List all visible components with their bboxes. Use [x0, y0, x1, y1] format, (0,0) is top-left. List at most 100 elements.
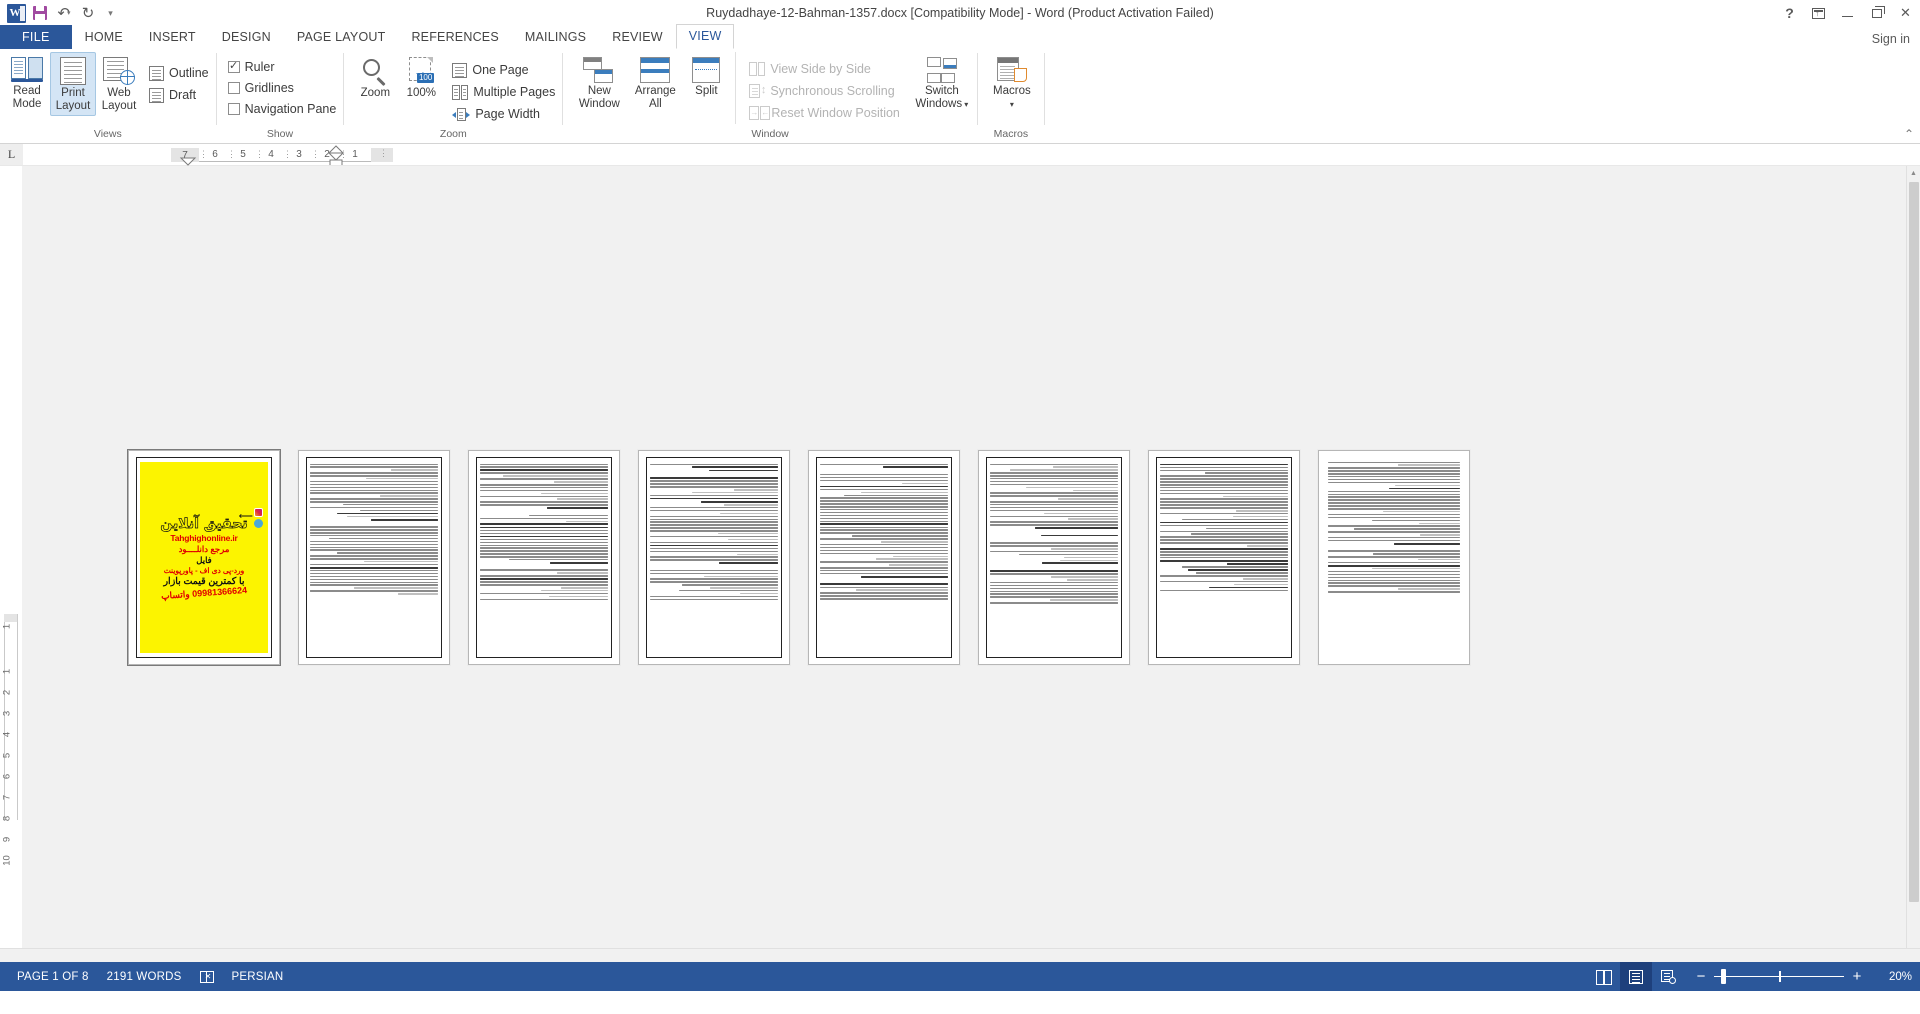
vruler-tick-1: 1 — [1, 668, 13, 675]
page-thumbnail-8[interactable] — [1318, 449, 1470, 665]
zoom-out-button[interactable]: − — [1694, 969, 1708, 984]
tab-mailings[interactable]: MAILINGS — [512, 26, 599, 49]
page-thumbnail-6[interactable] — [978, 449, 1130, 665]
print-layout-view-icon — [1629, 969, 1643, 984]
zoom-100-button[interactable]: → 100 100% — [398, 52, 444, 103]
zoom-button[interactable]: Zoom — [352, 52, 398, 103]
group-label-zoom: Zoom — [439, 128, 467, 140]
tab-references[interactable]: REFERENCES — [398, 26, 511, 49]
page-thumbnail-7[interactable] — [1148, 449, 1300, 665]
synchronous-scrolling-button[interactable]: Synchronous Scrolling — [746, 80, 903, 102]
page-thumbnail-4[interactable] — [638, 449, 790, 665]
ad-arrow-icon: ⟵ — [238, 510, 253, 522]
word-logo-icon: W — [5, 2, 27, 24]
collapse-ribbon-icon[interactable]: ⌃ — [1904, 127, 1914, 141]
vruler-tick-9: 9 — [1, 836, 13, 843]
right-indent-marker[interactable] — [327, 145, 345, 165]
instagram-icon — [254, 507, 263, 517]
navigation-pane-checkbox[interactable]: Navigation Pane — [225, 98, 340, 119]
status-bar-right: − + 20% — [1588, 962, 1912, 991]
scroll-up-arrow-icon[interactable]: ▲ — [1907, 166, 1920, 180]
read-mode-button[interactable]: Read Mode — [4, 52, 50, 114]
page-indicator[interactable]: PAGE 1 OF 8 — [8, 971, 98, 983]
one-page-button[interactable]: One Page — [449, 59, 558, 81]
vertical-scrollbar[interactable]: ▲ — [1906, 166, 1920, 948]
ad-line-formats: ورد-پی دی اف - پاورپوینت — [163, 565, 245, 575]
web-layout-button[interactable]: Web Layout — [96, 52, 142, 116]
ad-site-url: Tahghighonline.ir — [170, 532, 238, 543]
tab-file[interactable]: FILE — [0, 25, 72, 49]
vertical-scroll-thumb[interactable] — [1908, 182, 1919, 902]
tab-design[interactable]: DESIGN — [209, 26, 284, 49]
web-layout-view-button[interactable] — [1652, 962, 1684, 991]
tab-stop-selector[interactable]: L — [0, 144, 23, 165]
page-text-lines — [1160, 462, 1288, 653]
switch-windows-button[interactable]: Switch Windows ▾ — [911, 52, 973, 114]
print-layout-button[interactable]: Print Layout — [50, 52, 96, 116]
split-label: Split — [695, 85, 718, 97]
magnifier-icon — [360, 57, 390, 87]
zoom-in-button[interactable]: + — [1850, 969, 1864, 984]
page-thumbnail-2[interactable] — [298, 449, 450, 665]
ribbon-group-window: New Window Arrange All Split View Side by … — [563, 49, 977, 143]
reset-window-position-button[interactable]: → ← Reset Window Position — [746, 102, 903, 124]
ruler-label: Ruler — [244, 59, 275, 74]
gridlines-checkbox[interactable]: Gridlines — [225, 77, 297, 98]
tab-home[interactable]: HOME — [72, 26, 136, 49]
proofing-errors-icon[interactable]: ✕ — [191, 970, 223, 983]
zoom-100-badge: 100 — [416, 73, 435, 83]
horizontal-ruler[interactable]: 7 ⋮ 6 ⋮ 5 ⋮ 4 ⋮ 3 ⋮ 2 ⋮ 1 ⋮ ⋮ — [23, 144, 1920, 166]
page-thumbnail-1[interactable]: تحقیق آنلاین Tahghighonline.ir مرجع دانل… — [127, 448, 281, 666]
quick-access-toolbar: W ↶ ▾ ↻ ▾ — [0, 0, 123, 26]
language-indicator[interactable]: PERSIAN — [223, 971, 293, 983]
print-layout-view-button[interactable] — [1620, 962, 1652, 991]
zoom-slider-thumb[interactable] — [1721, 969, 1726, 984]
ribbon-display-options-icon[interactable] — [1804, 0, 1833, 26]
ruler-tick-6: 6 — [212, 149, 218, 160]
redo-icon[interactable]: ↻ — [77, 2, 99, 24]
ad-line-price: با کمترین قیمت بازار — [163, 575, 245, 587]
read-mode-view-button[interactable] — [1588, 962, 1620, 991]
customize-qat-icon[interactable]: ▾ — [101, 2, 123, 24]
sign-in-link[interactable]: Sign in — [1872, 32, 1910, 46]
tab-insert[interactable]: INSERT — [136, 26, 209, 49]
reset-window-position-icon: → ← — [749, 106, 771, 120]
advertisement-block: تحقیق آنلاین Tahghighonline.ir مرجع دانل… — [140, 461, 268, 653]
page-width-button[interactable]: Page Width — [449, 103, 558, 125]
multiple-pages-icon — [452, 84, 469, 100]
left-indent-marker[interactable] — [179, 154, 197, 166]
arrange-all-button[interactable]: Arrange All — [627, 52, 683, 114]
undo-icon[interactable]: ↶ ▾ — [53, 2, 75, 24]
page-thumbnail-3[interactable] — [468, 449, 620, 665]
outline-view-button[interactable]: Outline — [146, 62, 212, 84]
word-count[interactable]: 2191 WORDS — [98, 971, 191, 983]
zoom-level[interactable]: 20% — [1872, 971, 1912, 983]
draft-view-button[interactable]: Draft — [146, 84, 212, 106]
split-button[interactable]: Split — [683, 52, 729, 101]
tab-page-layout[interactable]: PAGE LAYOUT — [284, 26, 399, 49]
minimize-icon[interactable] — [1833, 0, 1862, 26]
ruler-tick-4: 4 — [268, 149, 274, 160]
save-icon[interactable] — [29, 2, 51, 24]
horizontal-scrollbar[interactable] — [0, 948, 1920, 962]
restore-icon[interactable] — [1862, 0, 1891, 26]
vertical-ruler[interactable]: 1 1 2 3 4 5 6 7 8 9 10 — [0, 166, 22, 948]
help-icon[interactable]: ? — [1775, 0, 1804, 26]
ribbon: Read Mode Print Layout Web Layout Outline — [0, 49, 1920, 144]
macros-button[interactable]: Macros ▾ — [984, 52, 1040, 114]
title-bar: W ↶ ▾ ↻ ▾ Ruydadhaye-12-Bahman-1357.docx … — [0, 0, 1920, 26]
multiple-pages-button[interactable]: Multiple Pages — [449, 81, 558, 103]
tab-view[interactable]: VIEW — [675, 24, 735, 49]
status-bar: PAGE 1 OF 8 2191 WORDS ✕ PERSIAN − + 20% — [0, 962, 1920, 991]
close-icon[interactable]: ✕ — [1891, 0, 1920, 26]
tab-review[interactable]: REVIEW — [599, 26, 676, 49]
ruler-checkbox[interactable]: Ruler — [225, 56, 278, 77]
new-window-button[interactable]: New Window — [571, 52, 627, 114]
page-text-lines — [650, 462, 778, 653]
ad-line-file: فایل — [196, 554, 212, 565]
vruler-tick-3: 3 — [1, 710, 13, 717]
ribbon-group-zoom: Zoom → 100 100% One Page Multiple Pages — [344, 49, 562, 143]
view-side-by-side-button[interactable]: View Side by Side — [746, 58, 903, 80]
page-thumbnail-5[interactable] — [808, 449, 960, 665]
zoom-slider[interactable] — [1714, 962, 1844, 991]
